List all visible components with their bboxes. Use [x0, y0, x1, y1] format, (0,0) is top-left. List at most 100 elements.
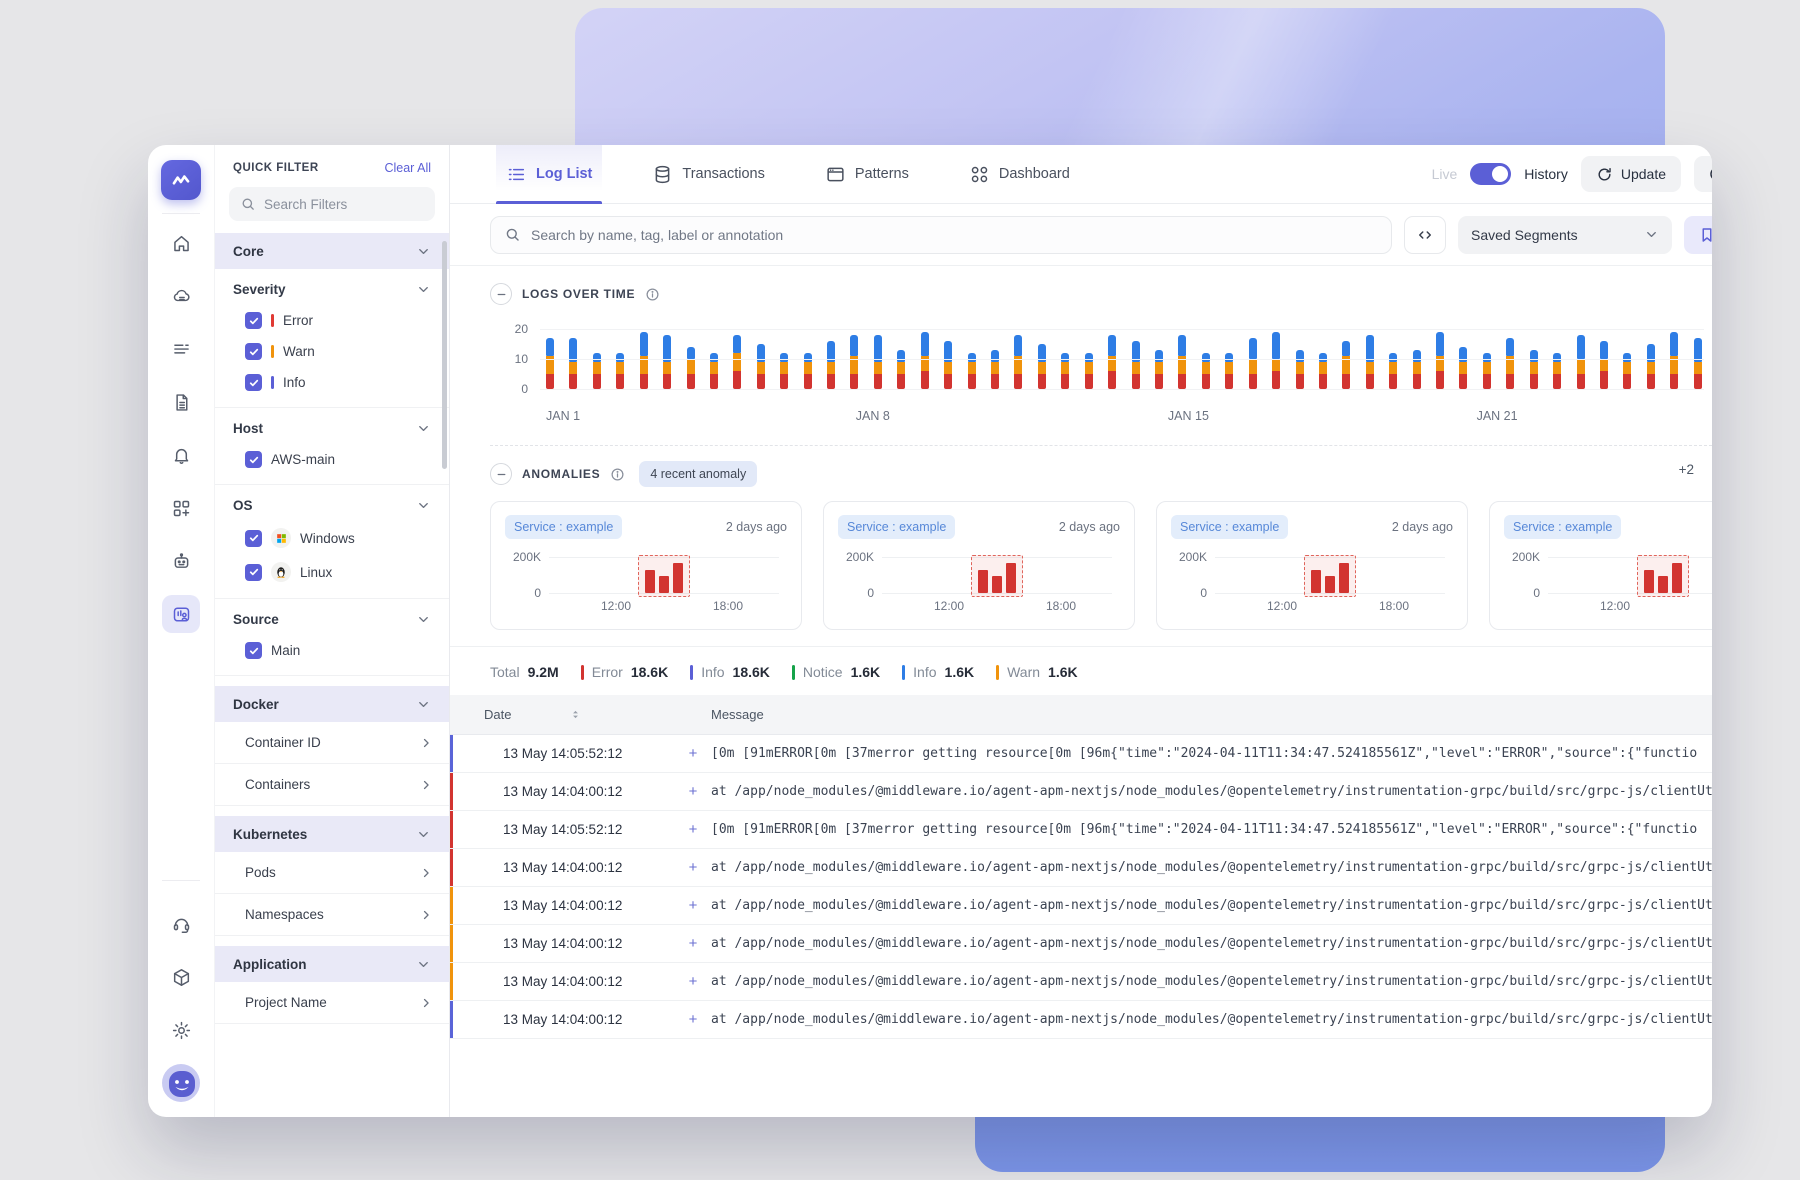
rail-item-reports[interactable] — [162, 383, 200, 421]
rail-item-home[interactable] — [162, 224, 200, 262]
stacked-log-bar[interactable] — [1670, 332, 1678, 389]
collapse-button[interactable] — [490, 463, 512, 485]
log-table-row[interactable]: 13 May 14:04:00:12+at /app/node_modules/… — [450, 773, 1712, 811]
rail-item-log-search[interactable] — [162, 595, 200, 633]
info-icon[interactable] — [610, 467, 625, 482]
stacked-log-bar[interactable] — [569, 338, 577, 389]
filter-option-linux[interactable]: Linux — [215, 555, 449, 589]
stacked-log-bar[interactable] — [546, 338, 554, 389]
filter-section-application[interactable]: Application — [215, 946, 449, 982]
live-history-toggle[interactable] — [1470, 163, 1511, 185]
log-table-row[interactable]: 13 May 14:04:00:12+at /app/node_modules/… — [450, 963, 1712, 1001]
log-search-input[interactable] — [531, 227, 1378, 243]
time-range-button[interactable] — [1694, 156, 1712, 192]
rail-item-integrations[interactable] — [162, 958, 200, 996]
filter-option-windows[interactable]: Windows — [215, 521, 449, 555]
filter-option-main[interactable]: Main — [215, 635, 449, 666]
stacked-log-bar[interactable] — [687, 347, 695, 389]
filter-nav-namespaces[interactable]: Namespaces — [215, 894, 449, 936]
rail-item-assistant[interactable] — [162, 542, 200, 580]
expand-row-icon[interactable]: + — [675, 935, 711, 952]
sort-icon[interactable] — [569, 708, 582, 721]
stacked-log-bar[interactable] — [1296, 350, 1304, 389]
checkbox-checked[interactable] — [245, 312, 262, 329]
tab-patterns[interactable]: Patterns — [815, 145, 919, 203]
stacked-log-bar[interactable] — [1577, 335, 1585, 389]
anomaly-card[interactable]: Service : example2 days ago200K012:0018:… — [1156, 501, 1468, 630]
checkbox-checked[interactable] — [245, 642, 262, 659]
stacked-log-bar[interactable] — [1413, 350, 1421, 389]
rail-item-dashboard-builder[interactable] — [162, 489, 200, 527]
stacked-log-bar[interactable] — [1530, 350, 1538, 389]
filter-search[interactable] — [229, 187, 435, 221]
filter-group-severity[interactable]: Severity — [215, 269, 449, 305]
stacked-log-bar[interactable] — [1459, 347, 1467, 389]
save-segment-button[interactable] — [1684, 216, 1712, 254]
rail-item-alerts[interactable] — [162, 436, 200, 474]
clear-all-link[interactable]: Clear All — [384, 161, 431, 175]
stacked-log-bar[interactable] — [1108, 335, 1116, 389]
checkbox-checked[interactable] — [245, 530, 262, 547]
middleware-logo[interactable] — [161, 160, 201, 200]
tab-transactions[interactable]: Transactions — [642, 145, 774, 203]
filter-option-aws-main[interactable]: AWS-main — [215, 444, 449, 475]
stacked-log-bar[interactable] — [991, 350, 999, 389]
filter-group-source[interactable]: Source — [215, 599, 449, 635]
filter-search-input[interactable] — [264, 197, 404, 212]
filter-option-info[interactable]: Info — [215, 367, 449, 398]
stacked-log-bar[interactable] — [1366, 335, 1374, 389]
more-anomalies-link[interactable]: +2 — [1679, 462, 1694, 477]
expand-row-icon[interactable]: + — [675, 783, 711, 800]
expand-row-icon[interactable]: + — [675, 1011, 711, 1028]
stacked-log-bar[interactable] — [827, 341, 835, 389]
filter-option-warn[interactable]: Warn — [215, 336, 449, 367]
update-button[interactable]: Update — [1581, 156, 1681, 192]
expand-row-icon[interactable]: + — [675, 897, 711, 914]
stacked-log-bar[interactable] — [850, 335, 858, 389]
rail-item-settings[interactable] — [162, 1011, 200, 1049]
checkbox-checked[interactable] — [245, 343, 262, 360]
stacked-log-bar[interactable] — [1038, 344, 1046, 389]
log-table-row[interactable]: 13 May 14:04:00:12+at /app/node_modules/… — [450, 849, 1712, 887]
filter-nav-containers[interactable]: Containers — [215, 764, 449, 806]
filter-option-error[interactable]: Error — [215, 305, 449, 336]
filter-nav-container-id[interactable]: Container ID — [215, 722, 449, 764]
anomaly-card[interactable]: Service : example2 days ago200K012:0018:… — [490, 501, 802, 630]
stacked-log-bar[interactable] — [944, 341, 952, 389]
anomaly-card[interactable]: Service : example2 days ago200K012:0018:… — [1489, 501, 1712, 630]
rail-item-infrastructure[interactable] — [162, 277, 200, 315]
log-table-row[interactable]: 13 May 14:04:00:12+at /app/node_modules/… — [450, 925, 1712, 963]
checkbox-checked[interactable] — [245, 374, 262, 391]
filter-group-os[interactable]: OS — [215, 485, 449, 521]
stacked-log-bar[interactable] — [1272, 332, 1280, 389]
collapse-button[interactable] — [490, 283, 512, 305]
stacked-log-bar[interactable] — [640, 332, 648, 389]
stacked-log-bar[interactable] — [1600, 341, 1608, 389]
rail-item-log-list[interactable] — [162, 330, 200, 368]
stacked-log-bar[interactable] — [663, 335, 671, 389]
filter-section-docker[interactable]: Docker — [215, 686, 449, 722]
query-builder-button[interactable] — [1404, 216, 1446, 254]
stacked-log-bar[interactable] — [1178, 335, 1186, 389]
checkbox-checked[interactable] — [245, 564, 262, 581]
checkbox-checked[interactable] — [245, 451, 262, 468]
expand-row-icon[interactable]: + — [675, 745, 711, 762]
filter-scrollbar[interactable] — [442, 241, 447, 469]
stacked-log-bar[interactable] — [1647, 344, 1655, 389]
filter-group-host[interactable]: Host — [215, 408, 449, 444]
stacked-log-bar[interactable] — [1249, 338, 1257, 389]
tab-dashboard[interactable]: Dashboard — [959, 145, 1080, 203]
stacked-log-bar[interactable] — [733, 335, 741, 389]
stacked-log-bar[interactable] — [1436, 332, 1444, 389]
stacked-log-bar[interactable] — [1155, 350, 1163, 389]
log-table-row[interactable]: 13 May 14:04:00:12+at /app/node_modules/… — [450, 1001, 1712, 1039]
user-avatar[interactable] — [161, 1063, 201, 1103]
stacked-log-bar[interactable] — [1506, 338, 1514, 389]
stacked-log-bar[interactable] — [757, 344, 765, 389]
stacked-log-bar[interactable] — [1014, 335, 1022, 389]
stacked-log-bar[interactable] — [897, 350, 905, 389]
filter-section-kubernetes[interactable]: Kubernetes — [215, 816, 449, 852]
stacked-log-bar[interactable] — [874, 335, 882, 389]
log-search-box[interactable] — [490, 216, 1392, 254]
anomaly-card[interactable]: Service : example2 days ago200K012:0018:… — [823, 501, 1135, 630]
